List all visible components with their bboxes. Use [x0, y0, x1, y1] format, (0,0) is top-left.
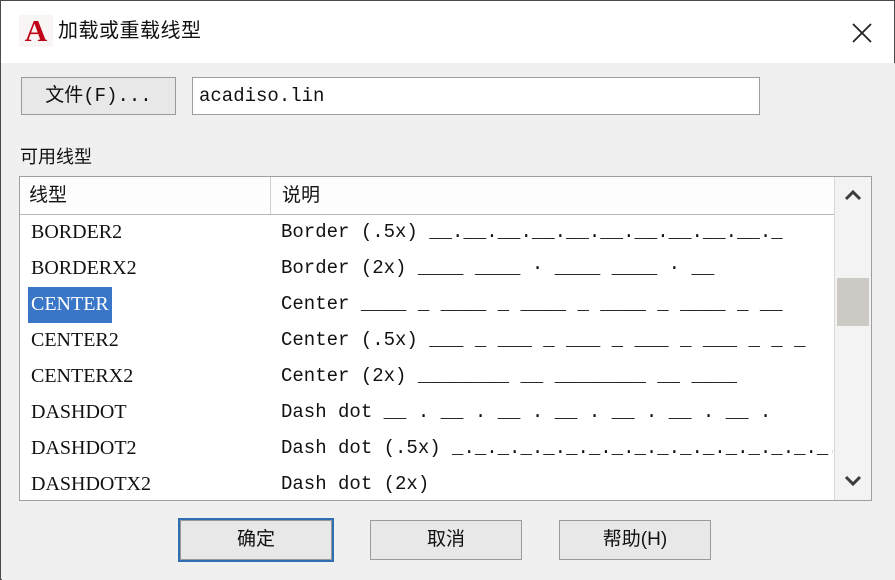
linetype-pattern: ________ __ ________ __ ____	[417, 365, 738, 387]
column-header-linetype[interactable]: 线型	[29, 177, 67, 214]
linetype-description: Dash dot __ . __ . __ . __ . __ . __ . _…	[281, 395, 833, 431]
linetype-desc-text: Center (.5x)	[281, 329, 418, 351]
linetype-pattern: ____ _ ____ _ ____ _ ____ _ ____ _ __	[360, 293, 783, 315]
linetype-pattern: ____ ____ · ____ ____ · __	[417, 257, 715, 279]
linetype-desc-text: Dash dot (.5x)	[281, 437, 441, 459]
chevron-down-icon	[844, 475, 862, 486]
title-bar: A 加载或重载线型	[1, 1, 894, 63]
linetype-desc-text: Dash dot	[281, 401, 373, 423]
autocad-logo-icon: A	[19, 15, 53, 47]
linetype-desc-text: Center (2x)	[281, 365, 407, 387]
linetype-name: CENTERX2	[31, 365, 134, 387]
table-row[interactable]: DASHDOT Dash dot __ . __ . __ . __ . __ …	[20, 395, 834, 431]
table-row[interactable]: BORDER2 Border (.5x) __.__.__.__.__.__._…	[20, 215, 834, 251]
close-icon	[852, 23, 872, 43]
linetype-name: DASHDOT	[31, 401, 127, 423]
linetype-description: Center (.5x) ___ _ ___ _ ___ _ ___ _ ___…	[281, 323, 833, 359]
table-row-selected[interactable]: CENTER Center ____ _ ____ _ ____ _ ____ …	[20, 287, 834, 323]
linetype-desc-text: Dash dot (2x)	[281, 473, 430, 495]
linetype-description: Dash dot (.5x) _._._._._._._._._._._._._…	[281, 431, 833, 467]
linetype-desc-text: Center	[281, 293, 350, 315]
linetype-description: Border (2x) ____ ____ · ____ ____ · __	[281, 251, 833, 287]
help-button[interactable]: 帮助(H)	[559, 520, 711, 560]
linetype-description: Center (2x) ________ __ ________ __ ____	[281, 359, 833, 395]
linetype-pattern: __.__.__.__.__.__.__.__.__.__._	[429, 221, 783, 243]
linetype-name: DASHDOT2	[31, 437, 137, 459]
cancel-button[interactable]: 取消	[370, 520, 522, 560]
close-button[interactable]	[836, 7, 888, 55]
linetype-description: Border (.5x) __.__.__.__.__.__.__.__.__.…	[281, 215, 833, 251]
ok-button[interactable]: 确定	[178, 518, 334, 562]
scroll-down-button[interactable]	[835, 464, 871, 498]
linetype-name: BORDER2	[31, 221, 123, 243]
linetype-pattern: ___ _ ___ _ ___ _ ___ _ ___ _ _ _	[429, 329, 806, 351]
table-row[interactable]: CENTERX2 Center (2x) ________ __ _______…	[20, 359, 834, 395]
list-rows: BORDER2 Border (.5x) __.__.__.__.__.__._…	[20, 215, 834, 500]
linetype-name: CENTER	[28, 287, 112, 323]
linetype-name: BORDERX2	[31, 257, 137, 279]
linetype-desc-text: Border (2x)	[281, 257, 407, 279]
linetype-pattern: _._._._._._._._._._._._._._._._._._	[452, 437, 833, 459]
linetype-name: DASHDOTX2	[31, 473, 151, 495]
file-button[interactable]: 文件(F)...	[21, 77, 176, 115]
file-name-input[interactable]: acadiso.lin	[192, 77, 760, 115]
linetype-pattern: __ . __ . __ . __ . __ . __ . __ .	[383, 401, 772, 423]
list-header: 线型 说明	[20, 177, 871, 215]
table-row[interactable]: DASHDOT2 Dash dot (.5x) _._._._._._._._.…	[20, 431, 834, 467]
dialog-footer-strip	[2, 572, 895, 580]
dialog-body: 文件(F)... acadiso.lin 可用线型 线型 说明 BORDER2 …	[2, 63, 895, 580]
linetype-description: Center ____ _ ____ _ ____ _ ____ _ ____ …	[281, 287, 833, 323]
load-linetypes-dialog: A 加载或重载线型 文件(F)... acadiso.lin 可用线型 线型 说…	[0, 0, 895, 580]
linetype-description: Dash dot (2x)	[281, 467, 833, 500]
scroll-up-button[interactable]	[835, 179, 871, 213]
dialog-title: 加载或重载线型	[58, 20, 202, 42]
available-linetypes-label: 可用线型	[20, 147, 92, 167]
vertical-scrollbar[interactable]	[834, 177, 871, 500]
table-row[interactable]: DASHDOTX2 Dash dot (2x)	[20, 467, 834, 500]
scrollbar-thumb[interactable]	[837, 278, 869, 326]
chevron-up-icon	[844, 189, 862, 201]
linetype-list[interactable]: 线型 说明 BORDER2 Border (.5x) __.__.__.__._…	[19, 176, 872, 501]
table-row[interactable]: BORDERX2 Border (2x) ____ ____ · ____ __…	[20, 251, 834, 287]
linetype-name: CENTER2	[31, 329, 119, 351]
column-header-description[interactable]: 说明	[270, 177, 320, 214]
linetype-desc-text: Border (.5x)	[281, 221, 418, 243]
table-row[interactable]: CENTER2 Center (.5x) ___ _ ___ _ ___ _ _…	[20, 323, 834, 359]
